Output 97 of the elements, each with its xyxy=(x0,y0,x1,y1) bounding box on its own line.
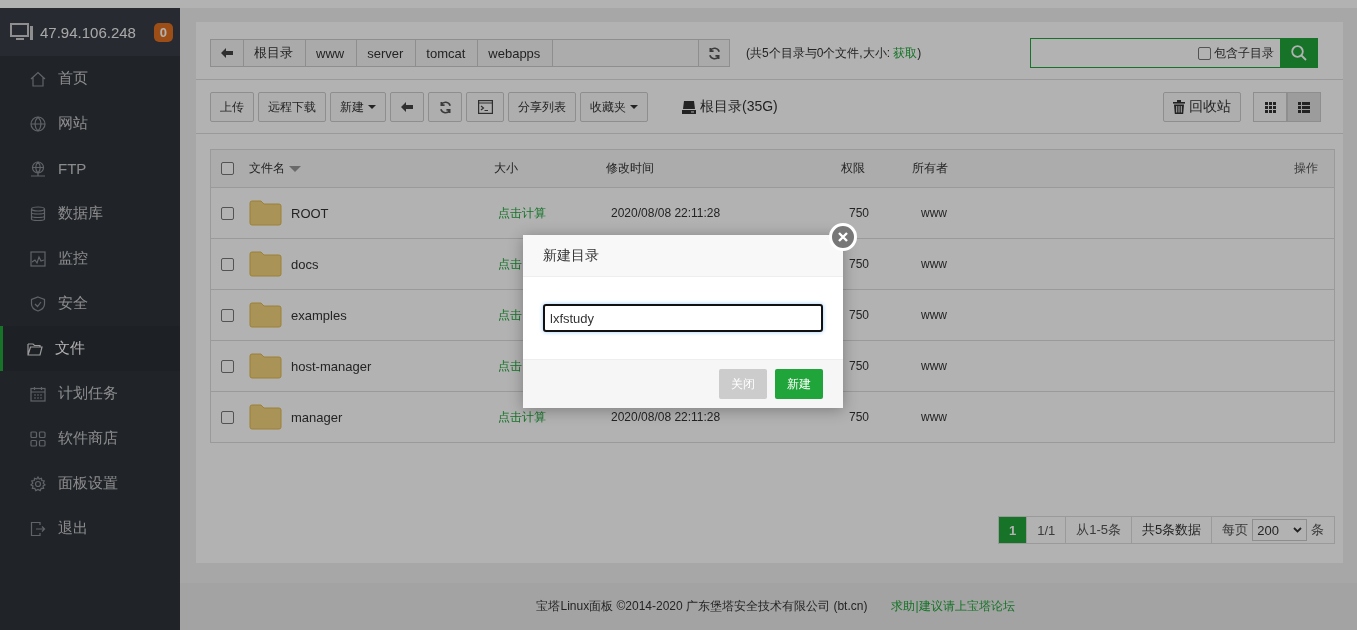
permissions: 750 xyxy=(849,359,870,373)
dialog-title: 新建目录 xyxy=(543,246,599,265)
owner: www xyxy=(921,257,947,271)
file-name[interactable]: host-manager xyxy=(291,358,372,374)
sidebar-item[interactable]: 面板设置 xyxy=(0,461,180,506)
column-header: 修改时间 xyxy=(606,160,655,177)
file-name[interactable]: docs xyxy=(291,256,319,272)
modified-time: 2020/08/08 22:11:28 xyxy=(611,206,721,220)
sidebar-item[interactable]: 文件 xyxy=(0,326,180,371)
folder-icon xyxy=(249,353,282,379)
modified-time: 2020/08/08 22:11:28 xyxy=(611,410,721,424)
dropdown-button[interactable]: 新建 xyxy=(330,92,386,122)
folder-name-field[interactable]: lxfstudy xyxy=(543,304,823,332)
sidebar-item[interactable]: 退出 xyxy=(0,506,180,551)
sidebar-item[interactable]: 首页 xyxy=(0,56,180,101)
record-total: 共5条数据 xyxy=(1131,517,1212,543)
refresh-button[interactable] xyxy=(428,92,462,122)
refresh-icon xyxy=(707,46,721,60)
sidebar-item[interactable]: 软件商店 xyxy=(0,416,180,461)
select-all-checkbox[interactable] xyxy=(221,162,234,175)
permissions: 750 xyxy=(849,206,870,220)
file-name[interactable]: examples xyxy=(291,307,347,323)
copyright-text: 宝塔Linux面板 ©2014-2020 广东堡塔安全技术有限公司 (bt.cn) xyxy=(536,598,868,615)
caret-icon xyxy=(630,105,638,109)
left-arrow-icon xyxy=(401,102,413,112)
owner: www xyxy=(921,359,947,373)
chart-icon xyxy=(30,250,46,267)
folder-icon xyxy=(249,302,282,328)
shield-icon xyxy=(30,295,46,312)
sidebar-item[interactable]: 数据库 xyxy=(0,191,180,236)
search-button[interactable] xyxy=(1280,38,1318,68)
list-view-button[interactable] xyxy=(1287,92,1321,122)
column-header: 大小 xyxy=(494,160,519,177)
search-icon xyxy=(1291,45,1307,61)
caret-icon xyxy=(368,105,376,109)
grid-view-button[interactable] xyxy=(1253,92,1287,122)
toolbar-button[interactable]: 上传 xyxy=(210,92,254,122)
trash-icon xyxy=(1173,100,1185,114)
sidebar-item[interactable]: 计划任务 xyxy=(0,371,180,416)
file-name[interactable]: ROOT xyxy=(291,205,329,221)
network-globe-icon xyxy=(30,160,46,177)
grid-icon xyxy=(1264,101,1276,113)
owner: www xyxy=(921,308,947,322)
refresh-icon xyxy=(438,100,452,114)
dropdown-button[interactable]: 收藏夹 xyxy=(580,92,648,122)
back-button[interactable] xyxy=(390,92,424,122)
owner: www xyxy=(921,206,947,220)
folder-icon xyxy=(27,340,43,357)
settings-icon xyxy=(30,475,46,492)
per-page-label: 每页 xyxy=(1222,521,1249,539)
server-address: 47.94.106.248 xyxy=(40,23,137,41)
recycle-bin-button[interactable]: 回收站 xyxy=(1163,92,1241,122)
grid-icon xyxy=(30,430,46,447)
terminal-button[interactable] xyxy=(466,92,504,122)
home-icon xyxy=(30,70,46,87)
calendar-icon xyxy=(30,385,46,402)
row-checkbox[interactable] xyxy=(221,410,234,424)
column-header: 所有者 xyxy=(912,160,949,177)
sort-caret-icon xyxy=(289,165,301,172)
exit-icon xyxy=(30,520,46,537)
sidebar-item[interactable]: 安全 xyxy=(0,281,180,326)
search-field[interactable]: 包含子目录 xyxy=(1030,38,1318,68)
column-header: 权限 xyxy=(841,160,866,177)
permissions: 750 xyxy=(849,257,870,271)
column-header: 操作 xyxy=(1294,160,1318,177)
database-icon xyxy=(30,205,46,222)
toolbar-button[interactable]: 远程下载 xyxy=(258,92,326,122)
directory-summary: (共5个目录与0个文件,大小: 获取) xyxy=(746,44,922,62)
sidebar-item[interactable]: 网站 xyxy=(0,101,180,146)
hard-drive-icon xyxy=(682,100,696,114)
include-subdirs-checkbox[interactable]: 包含子目录 xyxy=(1198,44,1274,62)
page-count: 1/1 xyxy=(1026,517,1066,543)
row-checkbox[interactable] xyxy=(221,308,234,322)
sidebar-item[interactable]: 监控 xyxy=(0,236,180,281)
globe-icon xyxy=(30,115,46,132)
list-icon xyxy=(1298,101,1310,113)
terminal-icon xyxy=(477,100,493,114)
folder-icon xyxy=(249,200,282,226)
file-name[interactable]: manager xyxy=(291,409,343,425)
row-checkbox[interactable] xyxy=(221,359,234,373)
sidebar-item[interactable]: FTP xyxy=(0,146,180,191)
folder-icon xyxy=(249,404,282,430)
left-arrow-icon xyxy=(221,48,233,58)
per-page-unit: 条 xyxy=(1311,521,1324,539)
chevron-down-icon xyxy=(1293,527,1302,533)
disk-label[interactable]: 根目录(35G) xyxy=(682,98,778,116)
permissions: 750 xyxy=(849,410,870,424)
record-range: 从1-5条 xyxy=(1065,517,1132,543)
per-page-select[interactable]: 200 xyxy=(1252,519,1307,541)
computer-icon xyxy=(10,23,34,41)
row-checkbox[interactable] xyxy=(221,206,234,220)
folder-icon xyxy=(249,251,282,277)
row-checkbox[interactable] xyxy=(221,257,234,271)
column-header[interactable]: 文件名 xyxy=(249,160,494,177)
permissions: 750 xyxy=(849,308,870,322)
owner: www xyxy=(921,410,947,424)
toolbar-button[interactable]: 分享列表 xyxy=(508,92,576,122)
